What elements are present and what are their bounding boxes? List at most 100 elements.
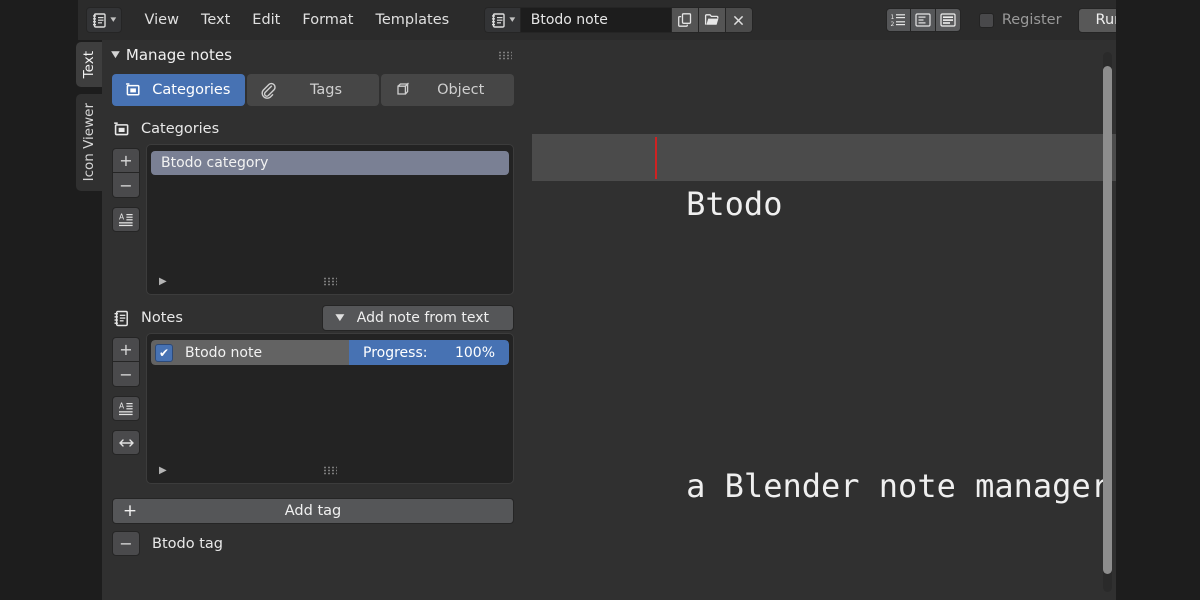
categories-icon	[112, 120, 131, 139]
note-done-checkbox[interactable]: ✔	[155, 343, 173, 362]
editor-type-selector[interactable]: ▾	[86, 7, 122, 33]
add-tag-label: Add tag	[284, 503, 342, 519]
view-toggles: 1 2	[885, 8, 961, 32]
menu-bar: View Text Edit Format Templates	[134, 8, 461, 32]
sidebar-tab-row: Categories Tags Object	[112, 74, 515, 106]
manage-notes-sidebar: ▼ Manage notes Categories Tags Object Ca…	[102, 40, 524, 600]
notes-icon	[112, 309, 131, 328]
double-arrow-icon	[118, 436, 135, 450]
chevron-down-icon: ▾	[509, 14, 516, 25]
text-datablock-selector: ▾ Btodo note	[484, 7, 753, 33]
notes-section-header: Notes ▼ Add note from text	[112, 305, 514, 331]
unlink-text-button[interactable]	[725, 7, 753, 33]
datablock-browse-button[interactable]: ▾	[484, 7, 520, 33]
list-item[interactable]: Btodo category	[151, 151, 509, 175]
note-row-main[interactable]: ✔ Btodo note	[151, 340, 349, 365]
code-line-2[interactable]	[532, 275, 1116, 322]
new-text-button[interactable]	[671, 7, 699, 33]
tag-row: − Btodo tag	[112, 531, 514, 556]
code-area[interactable]: Btodo a Blender note manager.	[524, 40, 1116, 557]
paperclip-icon	[259, 81, 277, 99]
line-numbers-icon: 1 2	[890, 13, 906, 27]
categories-list[interactable]: Btodo category ▶	[146, 144, 514, 295]
word-wrap-toggle[interactable]	[910, 8, 936, 32]
window-right-edge	[1116, 0, 1200, 600]
tab-object[interactable]: Object	[381, 74, 515, 106]
panel-title: Manage notes	[125, 46, 232, 64]
add-category-button[interactable]: +	[112, 148, 140, 173]
add-note-from-text-label: Add note from text	[356, 310, 489, 326]
notes-list[interactable]: ✔ Btodo note Progress: 100% ▶	[146, 333, 514, 484]
grip-dots-icon[interactable]	[323, 276, 337, 286]
code-line-3[interactable]: a Blender note manager.	[532, 416, 1116, 505]
svg-text:A: A	[119, 401, 125, 410]
sort-notes-button[interactable]: A	[112, 396, 140, 421]
grip-dots-icon[interactable]	[498, 50, 512, 60]
menu-format[interactable]: Format	[291, 8, 364, 32]
menu-view[interactable]: View	[134, 8, 190, 32]
editor-vertical-scrollbar[interactable]	[1103, 52, 1112, 592]
manage-notes-panel-header[interactable]: ▼ Manage notes	[102, 42, 524, 68]
open-text-button[interactable]	[698, 7, 726, 33]
datablock-name-input[interactable]: Btodo note	[519, 7, 672, 33]
note-progress-slider[interactable]: Progress: 100%	[349, 340, 509, 365]
text-datablock-icon	[490, 12, 507, 29]
categories-list-widget: + − A Btodo category ▶	[112, 144, 514, 295]
tab-categories-label: Categories	[152, 82, 231, 98]
add-note-from-text-button[interactable]: ▼ Add note from text	[322, 305, 514, 331]
sort-alpha-icon: A	[118, 401, 134, 417]
text-editor-body[interactable]: Btodo a Blender note manager.	[524, 40, 1116, 600]
text-cursor	[655, 137, 657, 179]
tab-categories[interactable]: Categories	[112, 74, 245, 106]
folder-open-icon	[704, 12, 720, 28]
tab-object-label: Object	[437, 82, 485, 98]
notes-section-label: Notes	[141, 310, 183, 326]
svg-text:2: 2	[891, 21, 895, 27]
grip-dots-icon[interactable]	[323, 465, 337, 475]
line-numbers-toggle[interactable]: 1 2	[885, 8, 911, 32]
register-label: Register	[1001, 12, 1062, 28]
remove-note-button[interactable]: −	[112, 362, 140, 387]
scrollbar-thumb[interactable]	[1103, 66, 1112, 574]
syntax-highlight-toggle[interactable]	[935, 8, 961, 32]
categories-icon	[124, 81, 142, 99]
filter-expand-arrow-icon[interactable]: ▶	[159, 465, 167, 476]
blender-window: ▾ View Text Edit Format Templates ▾ Btod…	[0, 0, 1200, 600]
categories-section-label: Categories	[141, 121, 220, 137]
region-tab-icon-viewer-label: Icon Viewer	[81, 103, 97, 182]
add-tag-button[interactable]: + Add tag	[112, 498, 514, 524]
remove-tag-button[interactable]: −	[112, 531, 140, 556]
plus-icon: +	[122, 501, 138, 521]
table-row[interactable]: ✔ Btodo note Progress: 100%	[151, 340, 509, 365]
panel-collapse-arrow-icon[interactable]: ▼	[111, 50, 120, 60]
filter-expand-arrow-icon[interactable]: ▶	[159, 276, 167, 287]
notes-list-widget: + − A ✔ Btodo note Progress: 100% ▶	[112, 333, 514, 484]
region-tab-strip: Text Icon Viewer	[76, 42, 102, 198]
register-checkbox-row[interactable]: Register	[978, 12, 1062, 28]
chevron-down-icon: ▾	[110, 14, 117, 25]
move-note-button[interactable]	[112, 430, 140, 455]
remove-category-button[interactable]: −	[112, 173, 140, 198]
categories-section-header: Categories	[112, 118, 514, 140]
word-wrap-icon	[915, 13, 931, 27]
code-line-1[interactable]: Btodo	[532, 134, 1116, 223]
menu-templates[interactable]: Templates	[364, 8, 460, 32]
svg-text:A: A	[119, 212, 125, 221]
note-progress-value: 100%	[454, 344, 495, 361]
region-tab-text[interactable]: Text	[76, 42, 102, 88]
region-tab-icon-viewer[interactable]: Icon Viewer	[76, 94, 102, 191]
notes-list-footer: ▶	[151, 457, 509, 483]
sort-categories-button[interactable]: A	[112, 207, 140, 232]
menu-edit[interactable]: Edit	[241, 8, 291, 32]
note-progress-label: Progress:	[363, 344, 428, 361]
tab-tags-label: Tags	[309, 82, 343, 98]
register-checkbox[interactable]	[978, 12, 994, 28]
close-x-icon	[731, 13, 746, 28]
text-editor-header: ▾ View Text Edit Format Templates ▾ Btod…	[78, 0, 1200, 40]
copy-new-icon	[677, 12, 693, 28]
add-note-button[interactable]: +	[112, 337, 140, 362]
sort-alpha-icon: A	[118, 212, 134, 228]
syntax-highlight-icon	[940, 13, 956, 27]
menu-text[interactable]: Text	[190, 8, 241, 32]
tab-tags[interactable]: Tags	[246, 74, 380, 106]
